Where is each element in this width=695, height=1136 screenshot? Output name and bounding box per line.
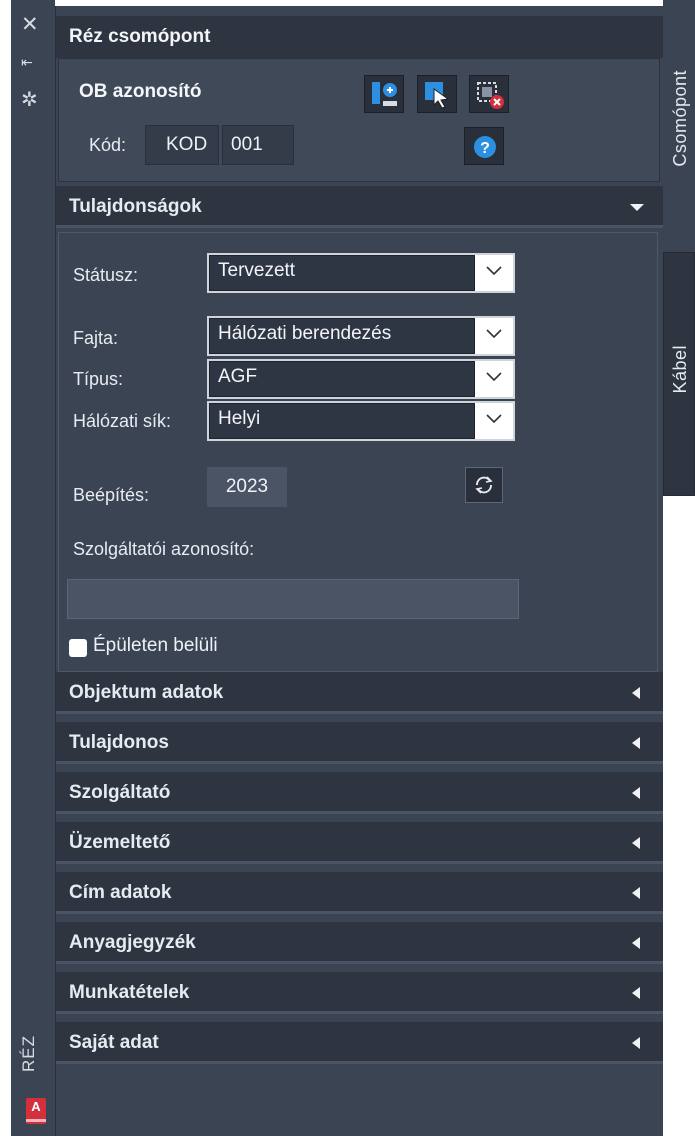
close-icon[interactable]: ✕: [11, 14, 55, 36]
kod-label: Kód:: [89, 135, 127, 155]
tab-kabel-label: Kábel: [670, 345, 690, 394]
kod-prefix-field[interactable]: KOD: [145, 125, 219, 165]
refresh-button[interactable]: [465, 467, 503, 503]
section-title: Üzemeltető: [69, 832, 171, 853]
chevron-left-icon: [632, 837, 640, 849]
select-object-button[interactable]: [417, 75, 457, 113]
fajta-select[interactable]: Hálózati berendezés: [207, 316, 515, 356]
help-icon: ?: [474, 136, 496, 158]
kod-number-field[interactable]: 001: [222, 125, 294, 165]
halozati-sik-value: Helyi: [209, 403, 475, 439]
status-value: Tervezett: [209, 255, 475, 291]
panel-title: Réz csomópont: [69, 26, 211, 47]
delete-node-icon: [477, 82, 504, 109]
halozati-sik-select[interactable]: Helyi: [207, 401, 515, 441]
right-background: [663, 496, 695, 1136]
add-node-icon: [372, 82, 397, 106]
tipus-value: AGF: [209, 361, 475, 397]
beepites-label: Beépítés:: [73, 485, 150, 505]
palette-titlebar: ✕ ⇤ ✲ RÉZ A: [11, 0, 55, 1136]
section-title: Munkatételek: [69, 982, 190, 1003]
section-title: Szolgáltató: [69, 782, 171, 803]
section-title: Tulajdonságok: [69, 196, 202, 217]
app-logo-icon: A: [26, 1098, 46, 1124]
status-select[interactable]: Tervezett: [207, 253, 515, 293]
pin-icon[interactable]: ⇤: [11, 54, 55, 70]
section-title: Objektum adatok: [69, 682, 224, 703]
tipus-select[interactable]: AGF: [207, 359, 515, 399]
settings-icon[interactable]: ✲: [11, 89, 55, 111]
main-panel: Réz csomópont OB azonosító Kód: KOD 001: [55, 6, 664, 1136]
section-sajat-adat[interactable]: Saját adat: [56, 1022, 664, 1064]
panel-header: Réz csomópont: [56, 16, 664, 58]
add-node-button[interactable]: [364, 75, 404, 113]
section-title: Anyagjegyzék: [69, 932, 196, 953]
section-title: Cím adatok: [69, 882, 172, 903]
chevron-left-icon: [632, 887, 640, 899]
chevron-left-icon: [632, 987, 640, 999]
chevron-left-icon: [632, 787, 640, 799]
beepites-year-field[interactable]: 2023: [207, 467, 287, 507]
properties-body: Státusz: Tervezett Fajta: Hálózati beren…: [58, 232, 658, 672]
section-anyagjegyzek[interactable]: Anyagjegyzék: [56, 922, 664, 964]
chevron-down-icon: [475, 403, 513, 439]
chevron-left-icon: [632, 687, 640, 699]
section-munkatetelek[interactable]: Munkatételek: [56, 972, 664, 1014]
ob-label: OB azonosító: [79, 81, 202, 102]
section-title: Tulajdonos: [69, 732, 169, 753]
section-objektum-adatok[interactable]: Objektum adatok: [56, 672, 664, 714]
chevron-left-icon: [632, 937, 640, 949]
epuleten-beluli-label: Épületen belüli: [93, 635, 218, 656]
chevron-down-icon: [475, 255, 513, 291]
left-strip: ✕ ⇤ ✲ RÉZ A: [0, 0, 55, 1136]
tab-csomopont[interactable]: Csomópont: [663, 0, 695, 256]
chevron-left-icon: [632, 737, 640, 749]
section-tulajdonos[interactable]: Tulajdonos: [56, 722, 664, 764]
fajta-value: Hálózati berendezés: [209, 318, 475, 354]
szolgaltatoi-azonosito-label: Szolgáltatói azonosító:: [73, 539, 255, 559]
tab-csomopont-label: Csomópont: [670, 70, 690, 167]
status-label: Státusz:: [73, 265, 139, 285]
delete-node-button[interactable]: [469, 75, 509, 113]
select-cursor-icon: [425, 82, 450, 109]
svg-text:?: ?: [480, 140, 490, 157]
section-uzemelteto[interactable]: Üzemeltető: [56, 822, 664, 864]
section-title: Saját adat: [69, 1032, 159, 1053]
chevron-left-icon: [632, 1037, 640, 1049]
epuleten-beluli-checkbox[interactable]: [69, 639, 87, 657]
refresh-icon: [475, 476, 493, 494]
help-button[interactable]: ?: [464, 127, 504, 165]
section-tulajdonsagok[interactable]: Tulajdonságok: [56, 186, 664, 228]
palette-title: RÉZ: [19, 1035, 38, 1072]
chevron-down-icon: [475, 318, 513, 354]
fajta-label: Fajta:: [73, 328, 119, 348]
section-cim-adatok[interactable]: Cím adatok: [56, 872, 664, 914]
ob-identifier-box: OB azonosító Kód: KOD 001 ?: [58, 58, 660, 182]
halozati-sik-label: Hálózati sík:: [73, 411, 172, 431]
section-szolgaltato[interactable]: Szolgáltató: [56, 772, 664, 814]
chevron-down-icon: [475, 361, 513, 397]
tab-kabel[interactable]: Kábel: [663, 252, 695, 496]
chevron-down-icon: [630, 204, 644, 211]
tipus-label: Típus:: [73, 369, 124, 389]
szolgaltatoi-azonosito-input[interactable]: [67, 579, 519, 619]
